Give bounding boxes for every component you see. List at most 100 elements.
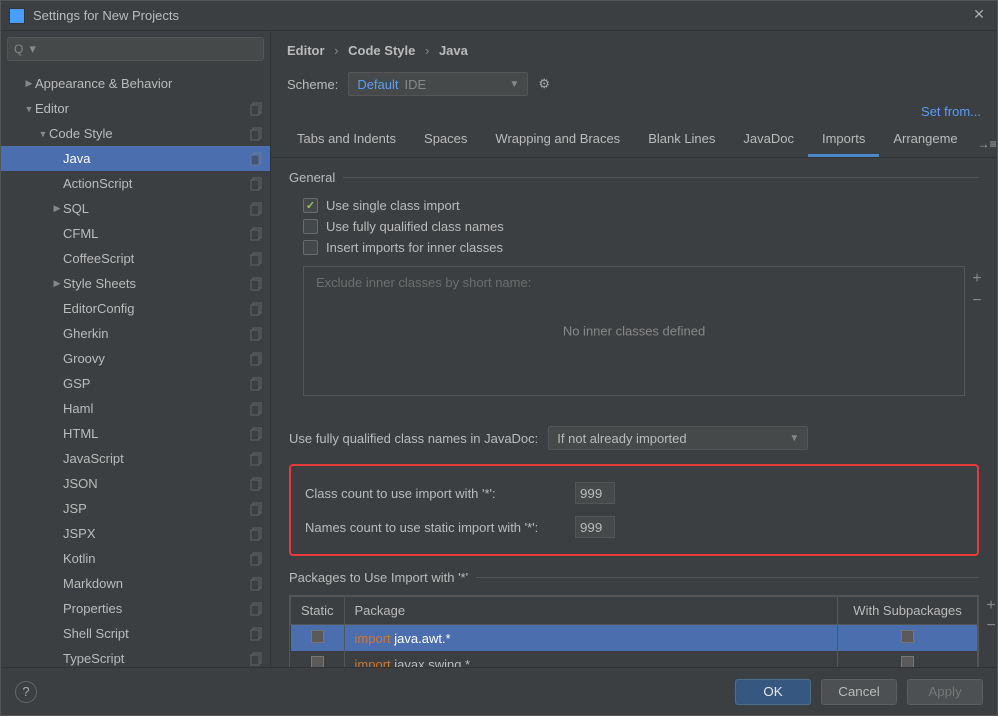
class-count-input[interactable] <box>575 482 615 504</box>
gear-icon[interactable]: ⚙ <box>538 76 550 92</box>
general-legend: General <box>289 170 343 185</box>
sidebar-item-javascript[interactable]: JavaScript <box>1 446 270 471</box>
help-icon[interactable]: ? <box>15 681 37 703</box>
scheme-select[interactable]: Default IDE ▼ <box>348 72 528 96</box>
packages-table: Static Package With Subpackages import j… <box>290 596 978 667</box>
sidebar-item-properties[interactable]: Properties <box>1 596 270 621</box>
sidebar-item-json[interactable]: JSON <box>1 471 270 496</box>
tree-item-label: ActionScript <box>63 176 250 191</box>
insert-imports-inner-checkbox[interactable] <box>303 240 318 255</box>
tree-item-label: Code Style <box>49 126 250 141</box>
breadcrumb-code-style[interactable]: Code Style <box>348 43 415 58</box>
static-checkbox[interactable] <box>311 656 324 667</box>
javadoc-fqcn-label: Use fully qualified class names in JavaD… <box>289 431 538 446</box>
apply-button[interactable]: Apply <box>907 679 983 705</box>
tab-blank-lines[interactable]: Blank Lines <box>634 123 729 157</box>
sidebar-item-html[interactable]: HTML <box>1 421 270 446</box>
copy-icon <box>250 477 264 491</box>
sidebar-item-actionscript[interactable]: ActionScript <box>1 171 270 196</box>
sidebar-item-sql[interactable]: ▶SQL <box>1 196 270 221</box>
remove-package-button[interactable]: − <box>982 618 997 636</box>
sidebar-item-appearance-behavior[interactable]: ▶Appearance & Behavior <box>1 71 270 96</box>
static-checkbox[interactable] <box>311 630 324 643</box>
tab-overflow-icon[interactable]: →≡ <box>972 131 997 157</box>
exclude-inner-classes-box[interactable]: Exclude inner classes by short name: No … <box>303 266 965 396</box>
tree-arrow-icon: ▼ <box>23 104 35 114</box>
cancel-button[interactable]: Cancel <box>821 679 897 705</box>
tab-wrapping-and-braces[interactable]: Wrapping and Braces <box>481 123 634 157</box>
copy-icon <box>250 127 264 141</box>
exclude-placeholder: Exclude inner classes by short name: <box>304 267 964 298</box>
chevron-right-icon: › <box>425 43 429 58</box>
add-button[interactable]: + <box>968 271 986 289</box>
sidebar-item-editor[interactable]: ▼Editor <box>1 96 270 121</box>
subpackages-checkbox[interactable] <box>901 630 914 643</box>
copy-icon <box>250 552 264 566</box>
sidebar-item-jsp[interactable]: JSP <box>1 496 270 521</box>
names-count-label: Names count to use static import with '*… <box>305 520 565 535</box>
copy-icon <box>250 527 264 541</box>
copy-icon <box>250 377 264 391</box>
use-fully-qualified-label: Use fully qualified class names <box>326 219 504 234</box>
tabs: Tabs and IndentsSpacesWrapping and Brace… <box>271 123 997 158</box>
tree-item-label: Groovy <box>63 351 250 366</box>
sidebar-item-cfml[interactable]: CFML <box>1 221 270 246</box>
sidebar-item-markdown[interactable]: Markdown <box>1 571 270 596</box>
tab-arrangeme[interactable]: Arrangeme <box>879 123 971 157</box>
use-fully-qualified-checkbox[interactable] <box>303 219 318 234</box>
chevron-right-icon: › <box>334 43 338 58</box>
tree-item-label: GSP <box>63 376 250 391</box>
use-single-class-import-checkbox[interactable] <box>303 198 318 213</box>
search-icon: Q <box>14 42 23 56</box>
remove-button[interactable]: − <box>968 293 986 311</box>
window-title: Settings for New Projects <box>33 8 969 23</box>
names-count-input[interactable] <box>575 516 615 538</box>
sidebar-item-coffeescript[interactable]: CoffeeScript <box>1 246 270 271</box>
tree-arrow-icon: ▼ <box>37 129 49 139</box>
packages-table-wrap: Static Package With Subpackages import j… <box>289 595 979 667</box>
sidebar-item-kotlin[interactable]: Kotlin <box>1 546 270 571</box>
tree-item-label: Appearance & Behavior <box>35 76 264 91</box>
tab-imports[interactable]: Imports <box>808 123 879 157</box>
close-icon[interactable]: ✕ <box>969 6 989 26</box>
tree-item-label: Kotlin <box>63 551 250 566</box>
sidebar-item-editorconfig[interactable]: EditorConfig <box>1 296 270 321</box>
tab-spaces[interactable]: Spaces <box>410 123 481 157</box>
table-row[interactable]: import java.awt.* <box>291 625 978 652</box>
tree-arrow-icon: ▶ <box>51 278 63 289</box>
table-row[interactable]: import javax.swing.* <box>291 651 978 667</box>
sidebar-item-gherkin[interactable]: Gherkin <box>1 321 270 346</box>
sidebar-item-jspx[interactable]: JSPX <box>1 521 270 546</box>
tab-javadoc[interactable]: JavaDoc <box>729 123 808 157</box>
footer: ? OK Cancel Apply <box>1 667 997 715</box>
tree-item-label: Haml <box>63 401 250 416</box>
copy-icon <box>250 452 264 466</box>
col-static[interactable]: Static <box>291 597 345 625</box>
sidebar-item-haml[interactable]: Haml <box>1 396 270 421</box>
sidebar-item-style-sheets[interactable]: ▶Style Sheets <box>1 271 270 296</box>
sidebar-item-shell-script[interactable]: Shell Script <box>1 621 270 646</box>
set-from-link[interactable]: Set from... <box>921 104 981 119</box>
sidebar-item-groovy[interactable]: Groovy <box>1 346 270 371</box>
search-input[interactable]: Q ▾ <box>7 37 264 61</box>
breadcrumb-editor[interactable]: Editor <box>287 43 325 58</box>
tab-tabs-and-indents[interactable]: Tabs and Indents <box>283 123 410 157</box>
add-package-button[interactable]: + <box>982 598 997 616</box>
package-cell: import java.awt.* <box>344 625 837 652</box>
sidebar-item-code-style[interactable]: ▼Code Style <box>1 121 270 146</box>
scheme-name: Default <box>357 77 398 92</box>
javadoc-fqcn-select[interactable]: If not already imported ▼ <box>548 426 808 450</box>
copy-icon <box>250 277 264 291</box>
sidebar-item-gsp[interactable]: GSP <box>1 371 270 396</box>
copy-icon <box>250 302 264 316</box>
tree-item-label: Gherkin <box>63 326 250 341</box>
packages-group: Packages to Use Import with '*' Static P… <box>289 570 979 667</box>
copy-icon <box>250 427 264 441</box>
sidebar-item-java[interactable]: Java <box>1 146 270 171</box>
col-package[interactable]: Package <box>344 597 837 625</box>
subpackages-checkbox[interactable] <box>901 656 914 667</box>
copy-icon <box>250 152 264 166</box>
sidebar-item-typescript[interactable]: TypeScript <box>1 646 270 667</box>
col-subpackages[interactable]: With Subpackages <box>838 597 978 625</box>
ok-button[interactable]: OK <box>735 679 811 705</box>
